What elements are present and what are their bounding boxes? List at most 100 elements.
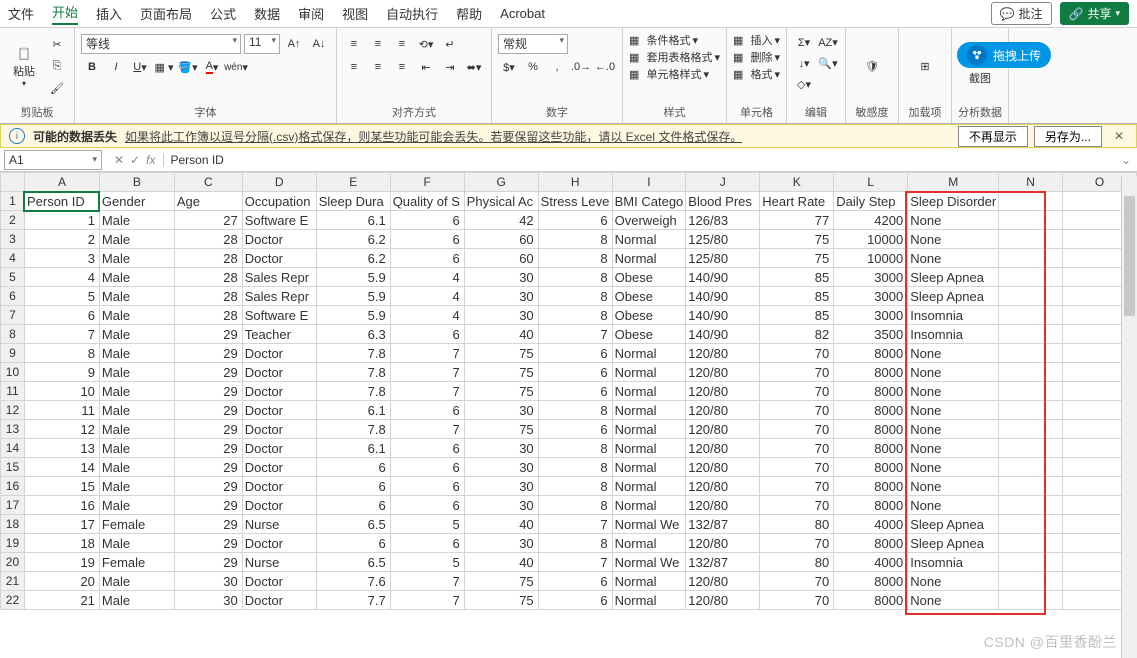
cell[interactable] [999,325,1063,344]
paste-button[interactable]: 粘贴 ▾ [6,43,42,91]
col-header[interactable]: N [999,173,1063,192]
row-header[interactable]: 5 [1,268,25,287]
cell[interactable]: Insomnia [908,553,999,572]
cell[interactable]: 7.8 [316,344,390,363]
cell[interactable]: 6 [538,344,612,363]
cell[interactable]: Sleep Apnea [908,534,999,553]
cell[interactable]: Normal [612,496,686,515]
cell[interactable]: 120/80 [686,591,760,610]
delete-cells-button[interactable]: ▦ 删除▾ [733,49,780,65]
cell[interactable]: 4 [390,268,464,287]
menu-layout[interactable]: 页面布局 [140,4,192,23]
cell[interactable]: 8000 [834,534,908,553]
cell[interactable]: 6 [316,496,390,515]
cell[interactable]: Sales Repr [242,268,316,287]
cell[interactable]: 140/90 [686,268,760,287]
cell[interactable]: 70 [760,591,834,610]
cell[interactable]: Male [99,534,174,553]
cell[interactable]: 8 [24,344,99,363]
align-top-button[interactable]: ≡ [343,34,365,54]
sort-button[interactable]: AZ▾ [817,32,839,52]
cell[interactable]: 30 [174,572,242,591]
cell[interactable]: 80 [760,515,834,534]
cell[interactable]: 70 [760,534,834,553]
cell[interactable] [999,591,1063,610]
cell[interactable]: Nurse [242,553,316,572]
menu-data[interactable]: 数据 [254,4,280,23]
row-header[interactable]: 22 [1,591,25,610]
cell[interactable]: Male [99,249,174,268]
cell[interactable]: Normal [612,249,686,268]
cell[interactable]: 3000 [834,306,908,325]
align-right-button[interactable]: ≡ [391,57,413,77]
row-header[interactable]: 21 [1,572,25,591]
cell[interactable]: Obese [612,306,686,325]
cell[interactable]: 28 [174,230,242,249]
cell[interactable]: 3500 [834,325,908,344]
row-header[interactable]: 17 [1,496,25,515]
cell[interactable] [999,572,1063,591]
cell[interactable]: 7 [390,572,464,591]
cell[interactable]: Sleep Dura [316,192,390,211]
clear-button[interactable]: ◇▾ [793,74,815,94]
cell[interactable] [999,344,1063,363]
cell[interactable]: 30 [464,287,538,306]
expand-fxbar-icon[interactable]: ⌄ [1115,153,1137,167]
menu-insert[interactable]: 插入 [96,4,122,23]
cell[interactable]: 8 [538,249,612,268]
menu-help[interactable]: 帮助 [456,4,482,23]
cell[interactable]: 11 [24,401,99,420]
cell[interactable]: 70 [760,344,834,363]
cell[interactable]: 70 [760,382,834,401]
cell[interactable]: 10000 [834,230,908,249]
menu-auto[interactable]: 自动执行 [386,4,438,23]
font-color-button[interactable]: A▾ [201,57,223,77]
save-as-button[interactable]: 另存为... [1034,126,1102,147]
cell[interactable]: Doctor [242,382,316,401]
cell[interactable]: 75 [464,572,538,591]
border-button[interactable]: ▦ ▾ [153,57,175,77]
cell[interactable]: 6 [316,534,390,553]
cell-styles-button[interactable]: ▦ 单元格样式▾ [629,66,720,82]
cell[interactable]: 3 [24,249,99,268]
cell[interactable]: Blood Pres [686,192,760,211]
cell[interactable] [999,192,1063,211]
cell[interactable]: Person ID [24,192,99,211]
cell[interactable]: None [908,363,999,382]
select-all-corner[interactable] [1,173,25,192]
cell[interactable]: Gender [99,192,174,211]
cell[interactable]: Daily Step [834,192,908,211]
orientation-button[interactable]: ⟲▾ [415,34,437,54]
cell[interactable]: 30 [464,401,538,420]
format-cells-button[interactable]: ▦ 格式▾ [733,66,780,82]
cell[interactable]: Male [99,420,174,439]
cell[interactable]: Insomnia [908,306,999,325]
cell[interactable]: 3000 [834,287,908,306]
menu-review[interactable]: 审阅 [298,4,324,23]
cell[interactable]: 80 [760,553,834,572]
cell[interactable]: Female [99,553,174,572]
col-header[interactable]: M [908,173,999,192]
indent-inc-button[interactable]: ⇥ [439,57,461,77]
cell[interactable]: None [908,591,999,610]
cell[interactable]: Doctor [242,230,316,249]
col-header[interactable]: B [99,173,174,192]
row-header[interactable]: 18 [1,515,25,534]
cell[interactable]: 6 [538,382,612,401]
cell[interactable]: 6 [390,401,464,420]
cell[interactable]: Normal We [612,515,686,534]
cell[interactable]: Normal [612,572,686,591]
upload-pill[interactable]: 拖拽上传 [957,42,1051,68]
cell[interactable]: Doctor [242,477,316,496]
dec-decimal-button[interactable]: ←.0 [594,57,616,77]
col-header[interactable]: J [686,173,760,192]
cell[interactable]: Doctor [242,363,316,382]
cell[interactable]: 6 [316,458,390,477]
cell[interactable]: Doctor [242,496,316,515]
increase-font-button[interactable]: A↑ [283,34,305,54]
cell[interactable]: 70 [760,458,834,477]
cell[interactable]: None [908,572,999,591]
cell[interactable]: 6 [390,211,464,230]
cell[interactable] [999,496,1063,515]
cell[interactable]: 6 [390,439,464,458]
